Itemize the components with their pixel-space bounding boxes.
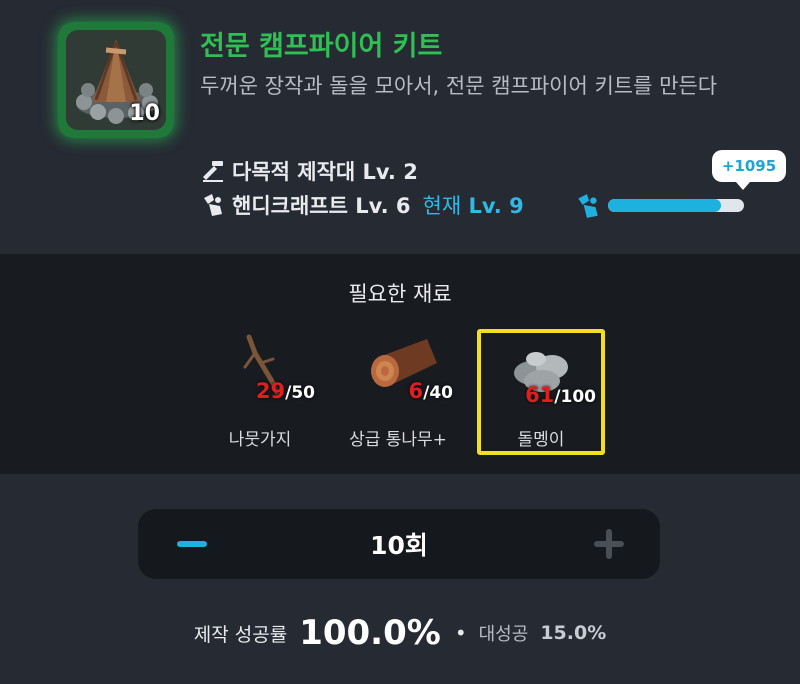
material-count: 61/100 bbox=[525, 383, 596, 407]
material-branch[interactable]: 29/50 나뭇가지 bbox=[196, 329, 324, 455]
item-icon-frame: 10 bbox=[58, 22, 174, 138]
log-icon: 6/40 bbox=[353, 333, 453, 403]
success-rate-row: 제작 성공률 100.0% • 대성공 15.0% bbox=[0, 608, 800, 658]
craft-count-stepper: 10회 bbox=[138, 509, 660, 579]
material-name: 나뭇가지 bbox=[228, 430, 292, 450]
handicraft-icon bbox=[204, 194, 222, 216]
handicraft-xp-icon bbox=[578, 194, 598, 218]
success-rate-label: 제작 성공률 bbox=[193, 623, 288, 646]
xp-gain-bubble: +1095 bbox=[712, 150, 786, 190]
great-success-value: 15.0% bbox=[540, 622, 607, 644]
skill-requirement-label: 핸디크래프트 Lv. 6 bbox=[232, 194, 411, 218]
skill-requirement: 핸디크래프트 Lv. 6 현재 Lv. 9 bbox=[200, 190, 524, 220]
success-rate-value: 100.0% bbox=[299, 613, 441, 653]
materials-title: 필요한 재료 bbox=[348, 282, 452, 306]
item-description: 두꺼운 장작과 돌을 모아서, 전문 캠프파이어 키트를 만든다 bbox=[200, 74, 718, 98]
workbench-requirement-label: 다목적 제작대 Lv. 2 bbox=[232, 160, 418, 184]
xp-progress-fill bbox=[608, 199, 721, 212]
workbench-icon bbox=[203, 161, 223, 182]
branch-icon: 29/50 bbox=[215, 333, 315, 403]
material-name: 상급 통나무+ bbox=[349, 430, 447, 450]
material-log[interactable]: 6/40 상급 통나무+ bbox=[334, 329, 462, 455]
material-count: 6/40 bbox=[408, 379, 454, 403]
current-level: 현재 Lv. 9 bbox=[423, 190, 524, 220]
material-name: 돌멩이 bbox=[517, 430, 565, 450]
xp-progress-bar bbox=[608, 199, 744, 212]
great-success-label: 대성공 bbox=[478, 624, 529, 645]
recipe-header: 10 전문 캠프파이어 키트 두꺼운 장작과 돌을 모아서, 전문 캠프파이어 … bbox=[0, 0, 800, 254]
item-title: 전문 캠프파이어 키트 bbox=[200, 31, 443, 62]
increase-button[interactable] bbox=[594, 529, 624, 559]
workbench-requirement: 다목적 제작대 Lv. 2 bbox=[200, 156, 418, 186]
material-stone[interactable]: 61/100 돌멩이 bbox=[477, 329, 605, 455]
current-level-label: 현재 bbox=[422, 194, 462, 218]
craft-count: 10회 bbox=[370, 531, 428, 560]
campfire-kit-icon: 10 bbox=[66, 30, 166, 130]
stone-icon: 61/100 bbox=[496, 337, 596, 407]
current-level-value: Lv. 9 bbox=[468, 194, 524, 218]
separator-dot: • bbox=[454, 621, 467, 645]
material-count: 29/50 bbox=[255, 379, 315, 403]
item-quantity: 10 bbox=[129, 101, 160, 126]
materials-panel: 필요한 재료 29/50 나뭇가지 6/40 상급 통나무+ 61/100 돌멩… bbox=[0, 254, 800, 474]
